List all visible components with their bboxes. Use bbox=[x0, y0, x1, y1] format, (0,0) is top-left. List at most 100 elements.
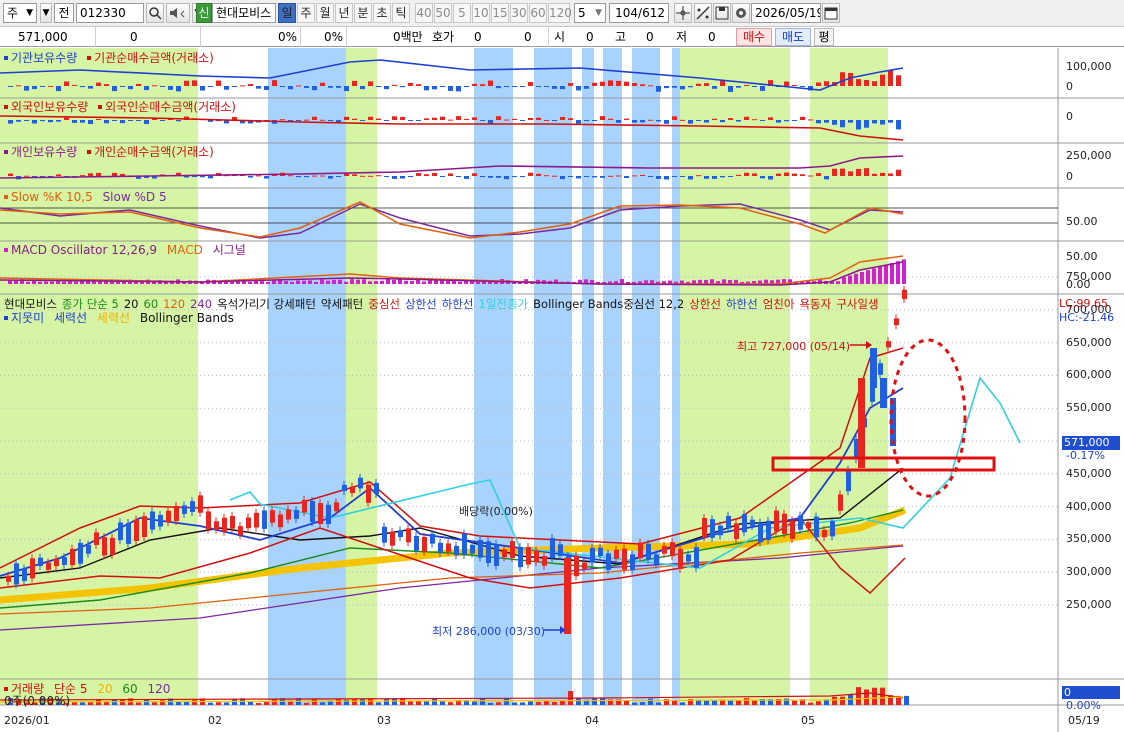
buy-button[interactable]: 매수 bbox=[736, 28, 772, 46]
crosshair-icon[interactable] bbox=[674, 3, 692, 23]
price-legend-item-7: 약세패턴 bbox=[320, 297, 364, 311]
macd-osc-bar bbox=[884, 264, 888, 284]
interval-button-3[interactable]: 10 bbox=[472, 3, 490, 23]
foreign-bar bbox=[680, 119, 685, 121]
macd-osc-label: MACD Oscillator 12,26,9 bbox=[4, 243, 157, 257]
foreign-bar bbox=[776, 120, 781, 123]
inst-bar bbox=[568, 83, 573, 86]
volume-bar bbox=[848, 694, 853, 705]
candle-body bbox=[398, 530, 403, 538]
inst-bar bbox=[152, 85, 157, 87]
volume-bar bbox=[264, 701, 269, 705]
foreign-bar bbox=[376, 118, 381, 120]
chart-area[interactable]: 기관보유수량 기관순매수금액(거래소) 외국인보유수량 외국인순매수금액(거래소… bbox=[0, 48, 1124, 732]
quote-low-val: 0 bbox=[708, 30, 716, 44]
inst-bar bbox=[872, 81, 877, 86]
code-input[interactable]: 012330 bbox=[76, 3, 144, 23]
inst-bar bbox=[544, 86, 549, 87]
foreign-bar bbox=[328, 120, 333, 121]
count-field[interactable]: 104/612 bbox=[609, 3, 669, 23]
candle-body bbox=[470, 544, 475, 554]
candle-body bbox=[598, 547, 603, 557]
volume-bar bbox=[376, 702, 381, 705]
prev-button[interactable]: 전 bbox=[54, 3, 74, 23]
foreign-bar bbox=[536, 117, 541, 120]
chart-toolbar: 주▼ ▼ 전 012330 ▼ 신 현대모비스 일주월년분초틱 40505101… bbox=[0, 0, 1124, 27]
interval-button-7[interactable]: 120 bbox=[548, 3, 572, 23]
gear-icon[interactable] bbox=[732, 3, 750, 23]
macd-osc-bar bbox=[302, 280, 306, 284]
indiv-bar bbox=[680, 176, 685, 177]
quote-bar: 571,000 0 0% 0% 0백만 호가 0 0 시 0 고 0 저 0 매… bbox=[0, 27, 1124, 47]
indiv-bar bbox=[648, 176, 653, 177]
volume-bar bbox=[408, 700, 413, 705]
date-input[interactable]: 2026/05/19 bbox=[751, 3, 821, 23]
candle-body bbox=[822, 530, 827, 538]
interval-button-4[interactable]: 15 bbox=[491, 3, 509, 23]
volume-bar bbox=[80, 702, 85, 705]
interval-button-1[interactable]: 50 bbox=[434, 3, 452, 23]
price-legend-item-11: 1일전종가 bbox=[478, 297, 529, 311]
foreign-bar bbox=[8, 120, 13, 124]
period-tab-2[interactable]: 월 bbox=[316, 3, 334, 23]
indiv-bar bbox=[640, 174, 645, 176]
period-tab-1[interactable]: 주 bbox=[297, 3, 315, 23]
indiv-bar bbox=[728, 176, 733, 177]
indiv-bar bbox=[568, 176, 573, 177]
buy-label: 매수 bbox=[742, 30, 766, 44]
draw-tool-icon[interactable] bbox=[694, 3, 712, 23]
macd-osc-bar bbox=[362, 279, 366, 284]
candle-body bbox=[86, 544, 91, 554]
eval-button[interactable]: 평 bbox=[814, 28, 834, 46]
indiv-bar bbox=[656, 176, 661, 179]
indiv-bar bbox=[24, 175, 29, 177]
inst-bar bbox=[728, 86, 733, 92]
date-tick-may: 05 bbox=[801, 714, 815, 727]
indiv-bar bbox=[408, 176, 413, 177]
candle-body bbox=[230, 515, 235, 529]
indiv-bar bbox=[632, 175, 637, 177]
indiv-bar bbox=[392, 176, 397, 179]
inst-bar bbox=[680, 86, 685, 90]
indiv-bar bbox=[768, 176, 773, 180]
candle-body bbox=[286, 509, 291, 520]
candle-body bbox=[142, 516, 147, 538]
quote-open-val: 0 bbox=[586, 30, 594, 44]
interval-select[interactable]: 5 ▼ bbox=[574, 3, 606, 23]
price-legend-item-16: 욕동자 bbox=[799, 297, 832, 311]
market-dropdown-button[interactable]: ▼ bbox=[40, 3, 52, 23]
period-tab-0[interactable]: 일 bbox=[278, 3, 296, 23]
interval-button-6[interactable]: 60 bbox=[529, 3, 547, 23]
interval-button-5[interactable]: 30 bbox=[510, 3, 528, 23]
market-select[interactable]: 주 ▼ bbox=[3, 3, 37, 23]
sell-button[interactable]: 매도 bbox=[775, 28, 811, 46]
period-tab-6[interactable]: 틱 bbox=[392, 3, 410, 23]
search-icon[interactable] bbox=[146, 3, 164, 23]
inst-bar bbox=[520, 86, 525, 87]
indiv-bar bbox=[304, 176, 309, 178]
period-tab-5[interactable]: 초 bbox=[373, 3, 391, 23]
inst-bar bbox=[640, 84, 645, 86]
period-tab-3[interactable]: 년 bbox=[335, 3, 353, 23]
foreign-bar bbox=[304, 119, 309, 121]
foreign-bar bbox=[864, 120, 869, 128]
candle-body bbox=[358, 477, 363, 489]
interval-button-0[interactable]: 40 bbox=[415, 3, 433, 23]
hc-label: HC:-21.46 bbox=[1059, 311, 1115, 324]
indiv-bar bbox=[352, 174, 357, 176]
inst-bar bbox=[440, 86, 445, 87]
speaker-icon[interactable] bbox=[166, 3, 190, 23]
macd-osc-bar bbox=[392, 279, 396, 284]
inst-bar bbox=[496, 86, 501, 89]
candle-body bbox=[326, 504, 331, 525]
period-tab-4[interactable]: 분 bbox=[354, 3, 372, 23]
foreign-bar bbox=[600, 116, 605, 120]
save-icon[interactable] bbox=[713, 3, 731, 23]
calendar-icon[interactable] bbox=[822, 3, 840, 23]
candle-body bbox=[22, 568, 27, 581]
candle-body bbox=[30, 558, 35, 579]
foreign-bar bbox=[280, 119, 285, 121]
interval-button-2[interactable]: 5 bbox=[453, 3, 471, 23]
volume-bar bbox=[248, 701, 253, 705]
price-axis-tick-2: 650,000 bbox=[1066, 335, 1112, 349]
